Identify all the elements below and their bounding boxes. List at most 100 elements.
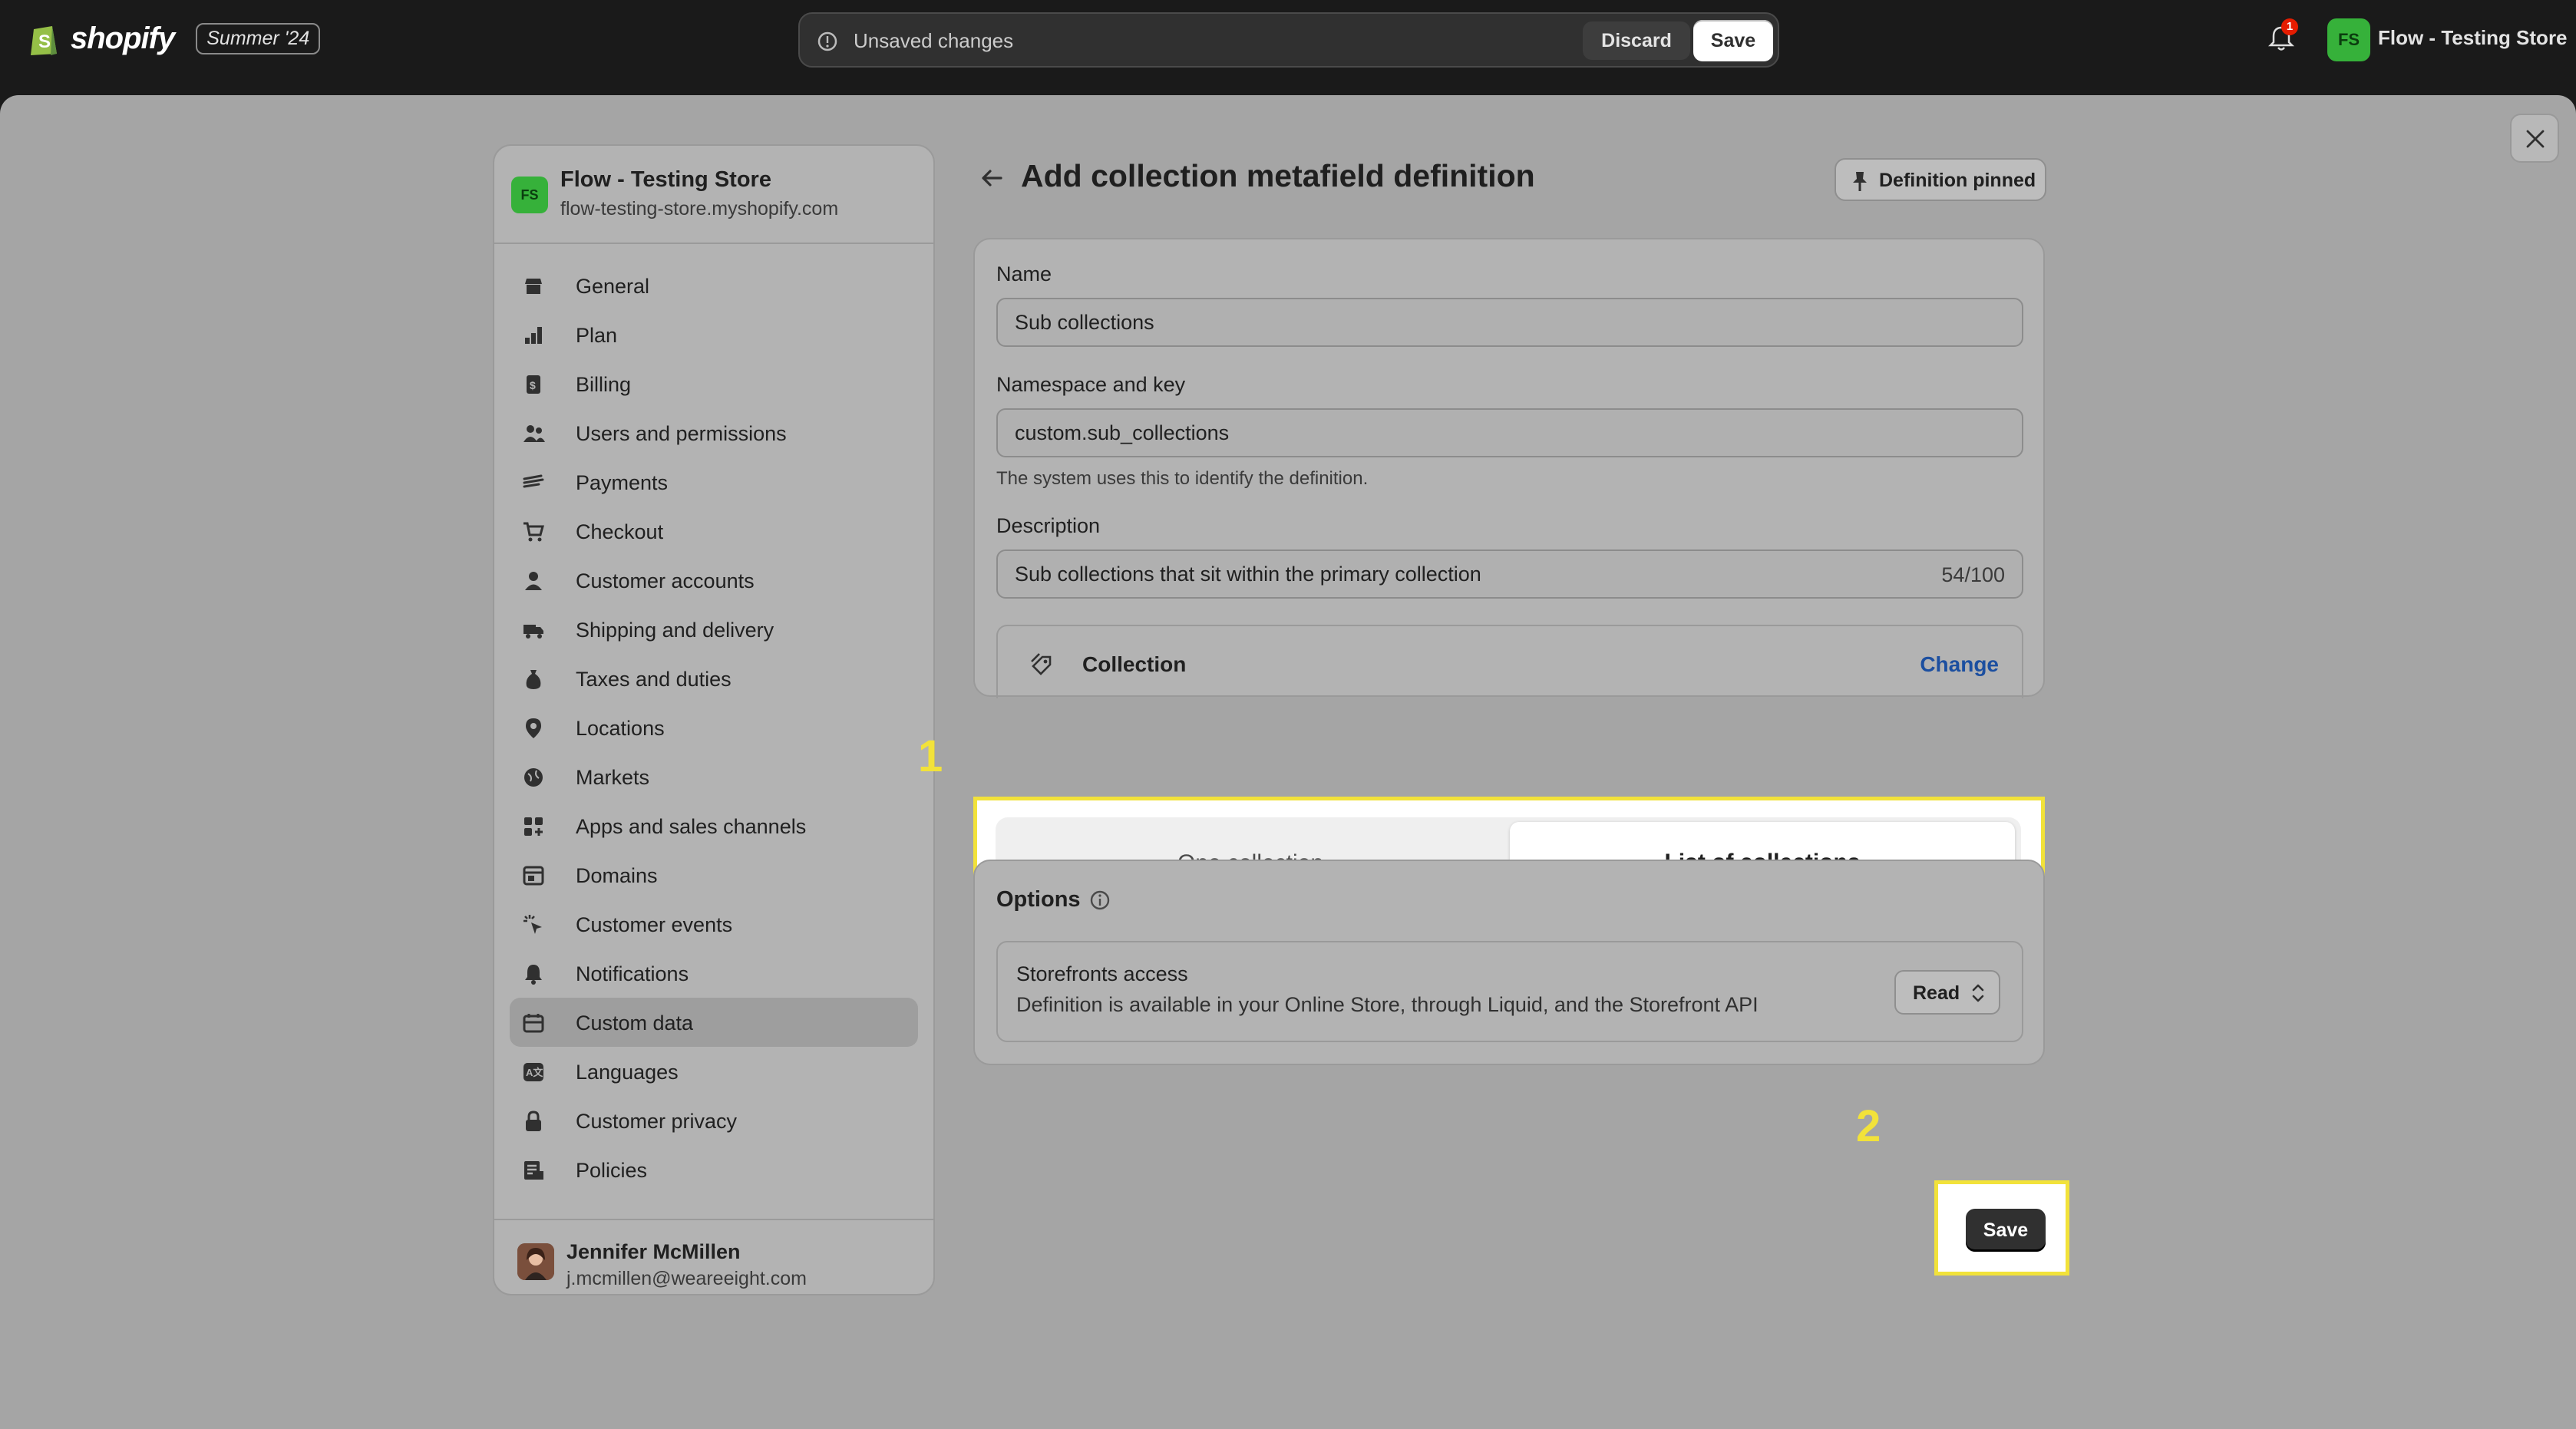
sidebar-item-plan[interactable]: Plan [510, 310, 918, 359]
options-title: Options [996, 887, 1081, 912]
sidebar-store-url: flow-testing-store.myshopify.com [560, 198, 839, 219]
edition-badge: Summer '24 [196, 22, 321, 54]
sidebar-item-custom-data[interactable]: Custom data [510, 998, 918, 1047]
page-title: Add collection metafield definition [1021, 158, 1535, 193]
sidebar-item-label: Customer accounts [576, 569, 755, 592]
sidebar-item-policies[interactable]: Policies [510, 1145, 918, 1194]
taxes-icon [526, 670, 541, 689]
collection-icon [1031, 653, 1052, 675]
truck-icon [523, 625, 543, 639]
sidebar-item-label: Languages [576, 1061, 679, 1084]
back-arrow-icon[interactable] [978, 164, 1006, 192]
definition-pinned-button[interactable]: Definition pinned [1835, 158, 2046, 201]
sidebar-item-notifications[interactable]: Notifications [510, 949, 918, 998]
user-avatar [517, 1243, 554, 1280]
sidebar-store-name: Flow - Testing Store [560, 167, 771, 192]
storefront-access-description: Definition is available in your Online S… [1016, 993, 1759, 1016]
namespace-label: Namespace and key [996, 373, 1186, 396]
notification-count-badge: 1 [2281, 18, 2298, 35]
alert-circle-icon [817, 31, 837, 51]
settings-modal: FS Flow - Testing Store flow-testing-sto… [0, 95, 2576, 1429]
policies-icon [524, 1161, 543, 1180]
cart-icon [523, 522, 544, 542]
shopify-logo[interactable]: S shopify Summer '24 [29, 20, 321, 57]
sidebar-item-label: Customer privacy [576, 1110, 738, 1133]
top-bar: S shopify Summer '24 Unsaved changes Dis… [0, 0, 2576, 80]
svg-text:A文: A文 [526, 1067, 543, 1078]
sidebar-item-label: Notifications [576, 962, 689, 985]
access-level-select[interactable]: Read [1894, 970, 2000, 1015]
sidebar-item-label: Taxes and duties [576, 668, 732, 691]
sidebar-item-markets[interactable]: Markets [510, 752, 918, 801]
person-icon [525, 572, 542, 590]
svg-text:S: S [38, 31, 51, 52]
plan-icon [525, 327, 542, 344]
discard-button[interactable]: Discard [1583, 21, 1690, 60]
top-save-button[interactable]: Save [1693, 20, 1773, 61]
settings-nav: General Plan $ Billing Users and permiss… [510, 261, 918, 1194]
sidebar-item-general[interactable]: General [510, 261, 918, 310]
storefront-access-setting: Storefronts access Definition is availab… [996, 941, 2023, 1042]
highlight-save-button: Save [1934, 1180, 2069, 1276]
info-icon[interactable] [1088, 889, 1111, 912]
sidebar-item-label: Shipping and delivery [576, 619, 774, 642]
sidebar-item-label: Apps and sales channels [576, 815, 807, 838]
sidebar-item-payments[interactable]: Payments [510, 457, 918, 507]
brand-wordmark: shopify [71, 21, 175, 55]
languages-icon: A文 [523, 1063, 543, 1081]
sidebar-item-apps[interactable]: Apps and sales channels [510, 801, 918, 850]
custom-data-icon [523, 1014, 544, 1033]
store-name-label[interactable]: Flow - Testing Store [2378, 26, 2568, 50]
pin-icon [1853, 172, 1867, 191]
sidebar-item-shipping[interactable]: Shipping and delivery [510, 605, 918, 654]
close-icon [2526, 130, 2545, 148]
domains-icon [523, 866, 544, 886]
sidebar-item-customer-events[interactable]: Customer events [510, 899, 918, 949]
svg-text:$: $ [530, 379, 536, 391]
sidebar-item-label: Policies [576, 1159, 648, 1182]
chevron-up-down-icon [1972, 984, 1984, 1002]
namespace-key-input[interactable] [996, 408, 2023, 457]
payments-icon [523, 474, 544, 488]
sidebar-item-users[interactable]: Users and permissions [510, 408, 918, 457]
step-1-marker: 1 [918, 731, 943, 781]
sidebar-item-checkout[interactable]: Checkout [510, 507, 918, 556]
sidebar-item-customer-accounts[interactable]: Customer accounts [510, 556, 918, 605]
sidebar-user-footer[interactable]: Jennifer McMillen j.mcmillen@weareeight.… [494, 1219, 933, 1295]
pinned-label: Definition pinned [1879, 170, 2036, 191]
sidebar-item-domains[interactable]: Domains [510, 850, 918, 899]
close-modal-button[interactable] [2510, 114, 2559, 163]
save-button[interactable]: Save [1966, 1209, 2046, 1252]
sidebar-item-label: Customer events [576, 913, 733, 936]
lock-icon [526, 1111, 541, 1131]
billing-icon: $ [527, 375, 540, 394]
sidebar-item-locations[interactable]: Locations [510, 703, 918, 752]
events-icon [523, 915, 542, 934]
sidebar-item-label: Billing [576, 373, 632, 396]
sidebar-item-label: Domains [576, 864, 658, 887]
sidebar-item-label: Plan [576, 324, 618, 347]
definition-card: Name Namespace and key The system uses t… [973, 238, 2045, 698]
namespace-help-text: The system uses this to identify the def… [996, 468, 1369, 489]
sidebar-item-label: Payments [576, 471, 669, 494]
change-type-link[interactable]: Change [1920, 652, 1999, 677]
type-label: Collection [1082, 652, 1187, 676]
access-level-value: Read [1913, 982, 1960, 1004]
sidebar-item-languages[interactable]: A文 Languages [510, 1047, 918, 1096]
sidebar-store-header: FS Flow - Testing Store flow-testing-sto… [494, 146, 933, 244]
store-icon [525, 279, 542, 294]
sidebar-item-billing[interactable]: $ Billing [510, 359, 918, 408]
description-input[interactable] [996, 549, 2023, 599]
sidebar-item-label: Markets [576, 766, 650, 789]
description-char-count: 54/100 [1941, 563, 2005, 586]
users-icon [523, 425, 545, 442]
sidebar-item-taxes[interactable]: Taxes and duties [510, 654, 918, 703]
apps-icon [524, 817, 543, 836]
name-input[interactable] [996, 298, 2023, 347]
shopify-bag-icon: S [31, 26, 57, 55]
globe-icon [524, 768, 543, 787]
sidebar-item-customer-privacy[interactable]: Customer privacy [510, 1096, 918, 1145]
sidebar-item-label: Custom data [576, 1012, 694, 1035]
store-avatar[interactable]: FS [2327, 18, 2370, 61]
settings-sidebar: FS Flow - Testing Store flow-testing-sto… [493, 144, 935, 1295]
